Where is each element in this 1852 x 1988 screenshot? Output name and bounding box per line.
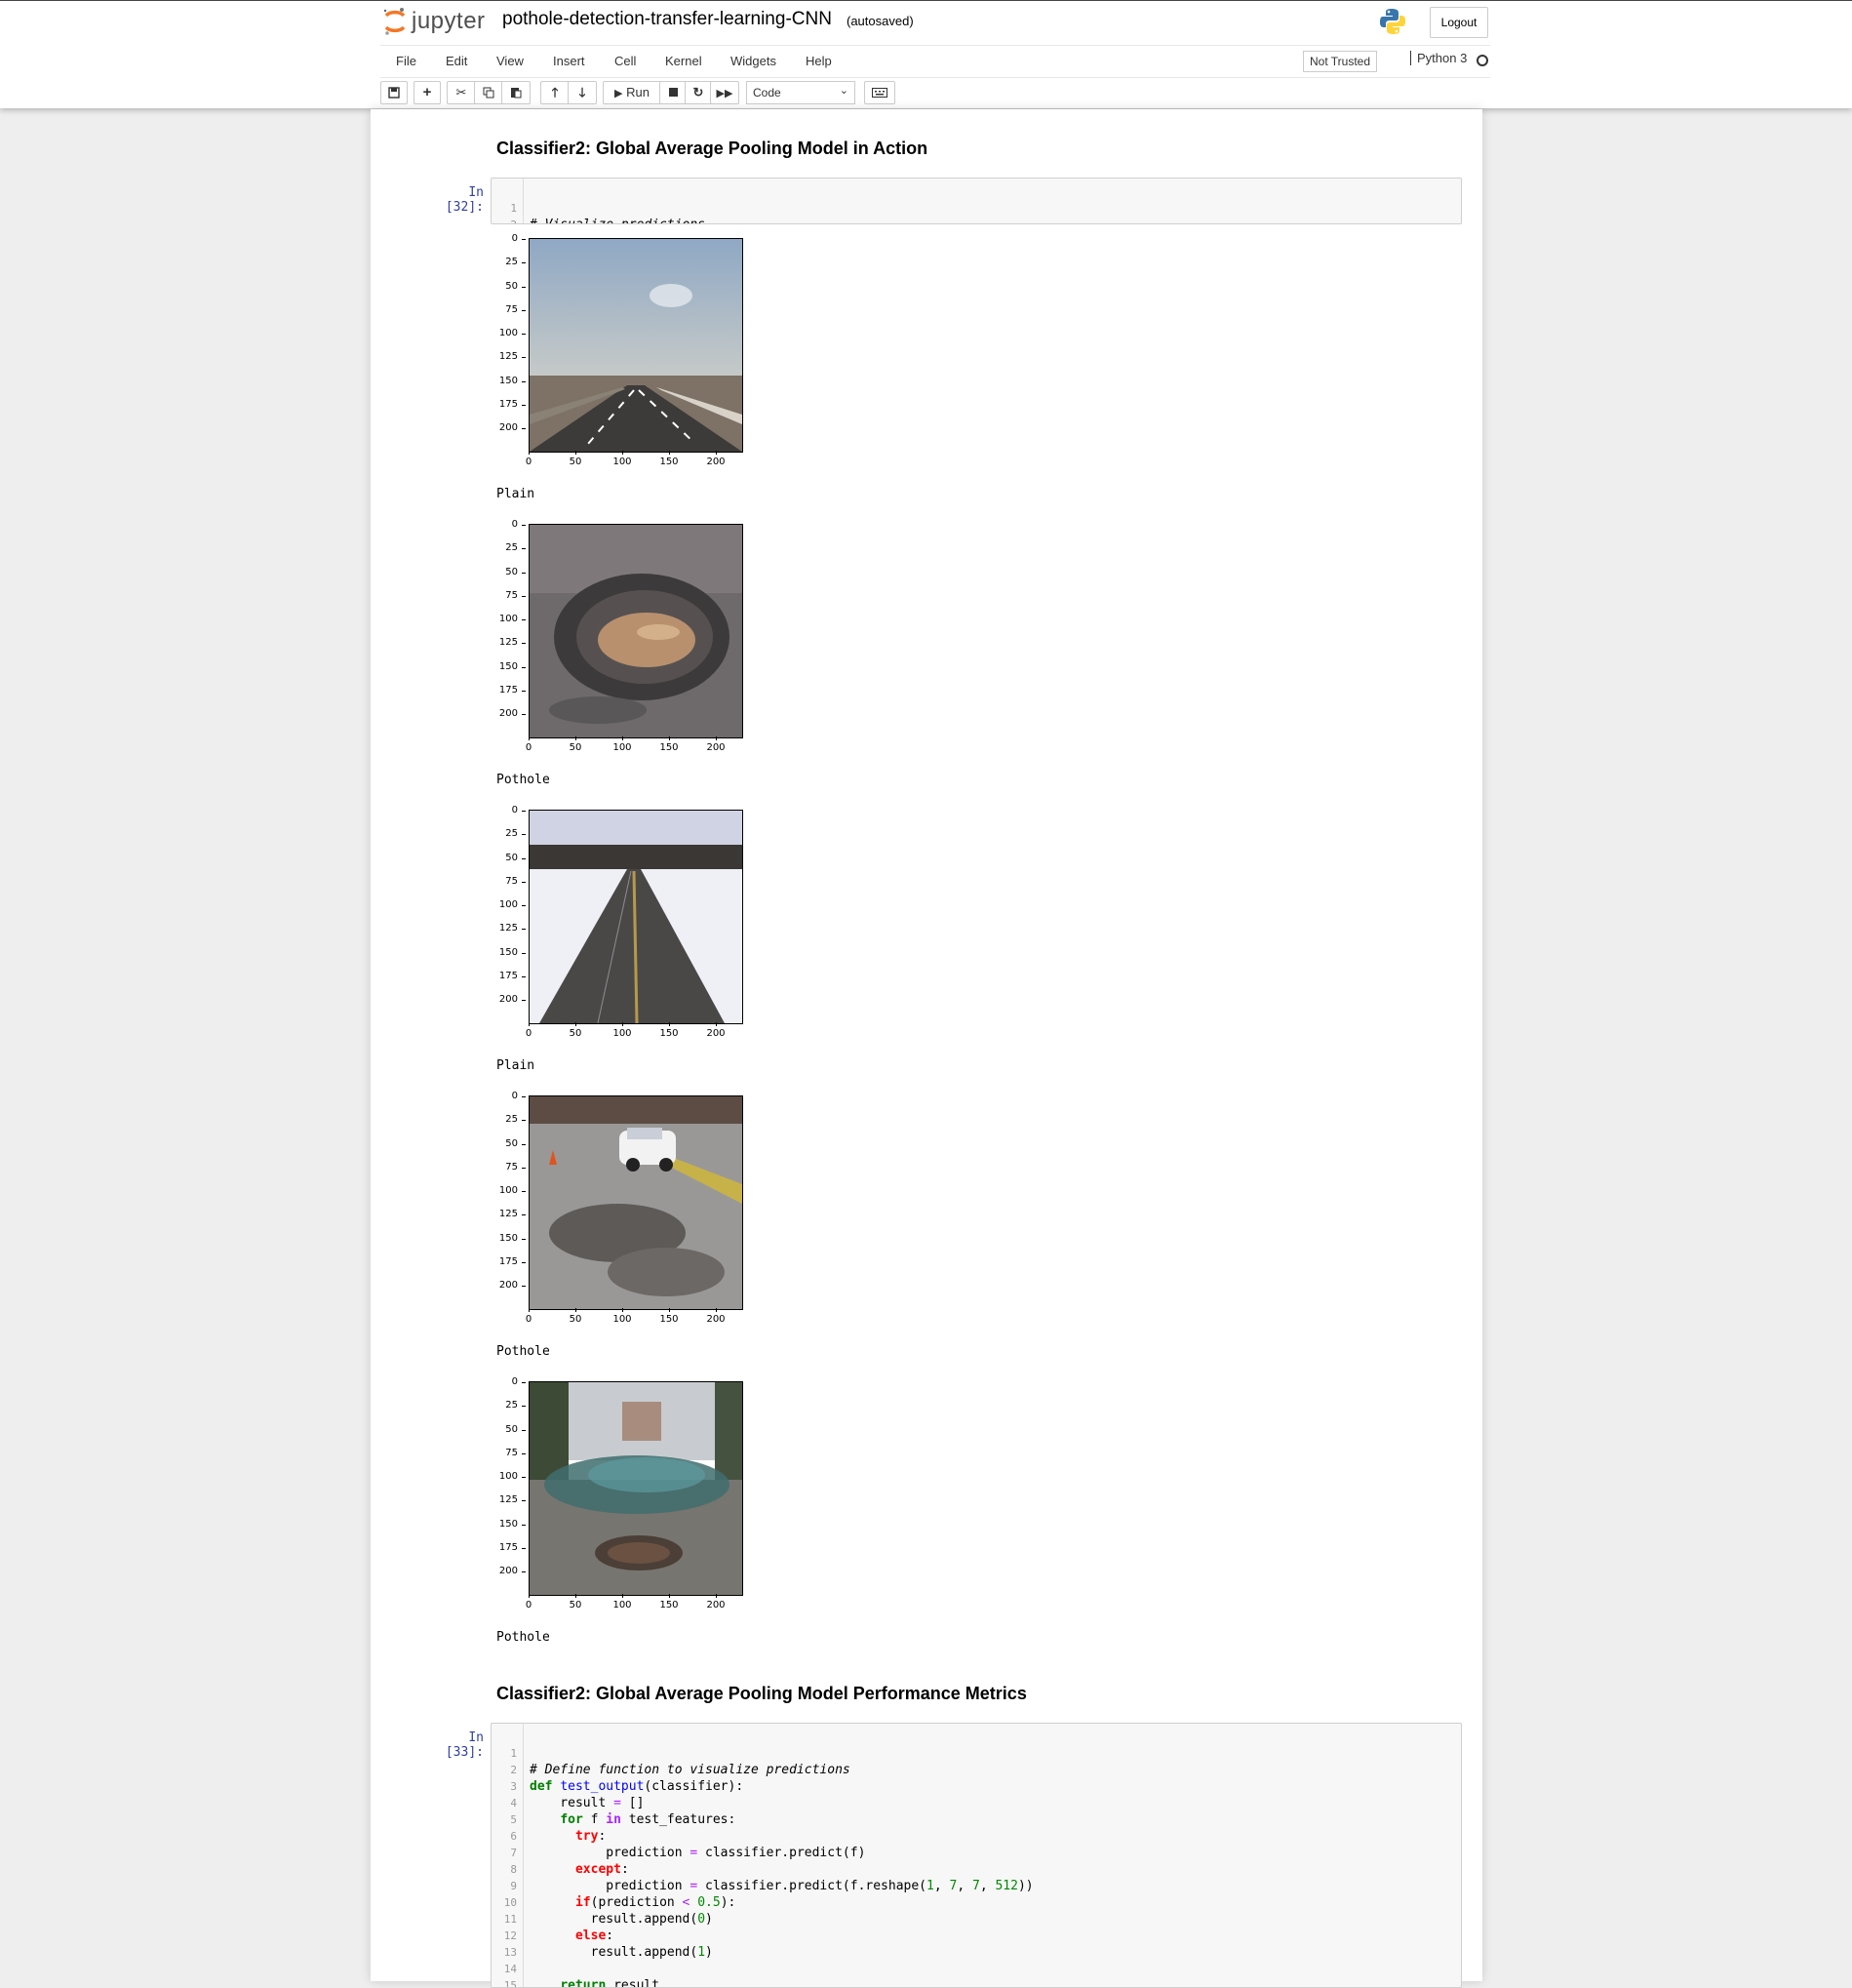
cell-type-select[interactable]: Code ⌄ — [746, 81, 855, 104]
code-line: 7 except: — [510, 1847, 629, 1877]
kernel-name: Python 3 — [1410, 51, 1467, 65]
menu-insert[interactable]: Insert — [553, 54, 585, 68]
run-icon: ▶ — [614, 88, 623, 99]
prediction-label: Plain — [496, 487, 535, 501]
jupyter-logo-text: jupyter — [412, 8, 486, 34]
code-line: 15 o = test_output(model) — [503, 1979, 517, 1988]
menu-kernel[interactable]: Kernel — [665, 54, 702, 68]
road-image — [529, 238, 743, 453]
cut-icon: ✂ — [455, 85, 467, 99]
pothole-image — [529, 1095, 743, 1310]
input-prompt: In [33]: — [445, 1730, 484, 1760]
code-line: 12 result.append(1) — [503, 1929, 713, 1960]
prediction-plot: 0 25 50 75 100 125 150 175 200 0 50 100 … — [493, 1376, 746, 1611]
notebook-name[interactable]: pothole-detection-transfer-learning-CNN — [502, 9, 832, 30]
code-line: 14 return result — [503, 1963, 660, 1988]
run-label: Run — [626, 85, 650, 99]
code-line: 13 — [503, 1946, 517, 1959]
cell-type-value: Code — [753, 86, 781, 99]
notebook-container: Classifier2: Global Average Pooling Mode… — [371, 109, 1482, 1988]
prediction-label: Pothole — [496, 1630, 550, 1645]
plus-icon: + — [422, 84, 432, 100]
menubar: File Edit View Insert Cell Kernel Widget… — [380, 45, 1490, 78]
notebook-header: jupyter pothole-detection-transfer-learn… — [0, 0, 1852, 108]
move-up-button[interactable]: 🡑 — [540, 81, 570, 104]
interrupt-button[interactable] — [659, 81, 687, 104]
save-button[interactable] — [380, 81, 408, 104]
code-line: 5 try: — [510, 1813, 607, 1844]
input-prompt: In [32]: — [445, 185, 484, 215]
menu-edit[interactable]: Edit — [446, 54, 467, 68]
cut-button[interactable]: ✂ — [447, 81, 476, 104]
insert-cell-button[interactable]: + — [414, 81, 441, 104]
pothole-image — [529, 524, 743, 738]
code-line: 1 # Define function to visualize predict… — [510, 1747, 850, 1777]
restart-kernel-button[interactable]: ↻ — [685, 81, 712, 104]
code-line: 8 prediction = classifier.predict(f.resh… — [510, 1863, 1034, 1893]
kernel-idle-indicator — [1477, 55, 1488, 66]
prediction-plot: 0 25 50 75 100 125 150 175 200 0 50 100 … — [493, 233, 746, 468]
arrow-up-icon: 🡑 — [551, 85, 559, 99]
code-cell-input[interactable]: 1 # Visualize predictions 2 visualize_pr… — [491, 178, 1462, 224]
restart-icon: ↻ — [692, 85, 704, 99]
prediction-label: Plain — [496, 1058, 535, 1073]
prediction-plot: 0 25 50 75 100 125 150 175 200 0 50 100 … — [493, 805, 746, 1040]
prediction-label: Pothole — [496, 1344, 550, 1359]
menu-file[interactable]: File — [396, 54, 416, 68]
chevron-down-icon: ⌄ — [839, 85, 848, 97]
code-line: 3 result = [] — [510, 1780, 645, 1810]
paste-button[interactable] — [501, 81, 531, 104]
copy-icon — [483, 87, 494, 99]
logout-button[interactable]: Logout — [1430, 7, 1488, 38]
code-line: 4 for f in test_features: — [510, 1797, 736, 1827]
menu-cell[interactable]: Cell — [614, 54, 636, 68]
prediction-plot: 0 25 50 75 100 125 150 175 200 0 50 100 … — [493, 519, 746, 754]
code-cell-input[interactable]: 1 # Define function to visualize predict… — [491, 1723, 1462, 1988]
autosave-status: (autosaved) — [847, 14, 914, 28]
code-line: 2 visualize_predictions(model, 5) — [492, 200, 537, 223]
jupyter-logo[interactable]: jupyter — [382, 7, 486, 36]
jupyter-icon — [383, 8, 406, 35]
save-icon — [388, 87, 400, 99]
code-line: 11 else: — [503, 1913, 614, 1943]
arrow-down-icon: 🡓 — [578, 85, 586, 99]
menu-help[interactable]: Help — [806, 54, 832, 68]
menu-view[interactable]: View — [496, 54, 524, 68]
menu-widgets[interactable]: Widgets — [730, 54, 776, 68]
road-image — [529, 810, 743, 1024]
trust-status-badge[interactable]: Not Trusted — [1303, 51, 1378, 72]
keyboard-icon — [872, 88, 887, 98]
code-line: 2 def test_output(classifier): — [510, 1764, 744, 1794]
code-line: 6 prediction = classifier.predict(f) — [510, 1830, 866, 1860]
code-line: 1 # Visualize predictions — [510, 202, 705, 223]
command-palette-button[interactable] — [864, 81, 895, 104]
markdown-heading: Classifier2: Global Average Pooling Mode… — [496, 139, 928, 158]
markdown-heading: Classifier2: Global Average Pooling Mode… — [496, 1684, 1027, 1703]
pothole-image — [529, 1381, 743, 1596]
prediction-plot: 0 25 50 75 100 125 150 175 200 0 50 100 — [493, 1091, 746, 1326]
restart-run-all-button[interactable]: ▶▶ — [710, 81, 739, 104]
fast-forward-icon: ▶▶ — [716, 88, 733, 99]
paste-icon — [511, 88, 522, 99]
code-line: 9 if(prediction < 0.5): — [510, 1880, 736, 1910]
copy-button[interactable] — [474, 81, 503, 104]
python-icon — [1378, 7, 1407, 41]
prediction-label: Pothole — [496, 773, 550, 787]
code-line: 10 result.append(0) — [503, 1896, 713, 1927]
stop-icon — [668, 88, 678, 97]
move-down-button[interactable]: 🡓 — [568, 81, 597, 104]
run-button[interactable]: ▶ Run — [603, 81, 661, 104]
